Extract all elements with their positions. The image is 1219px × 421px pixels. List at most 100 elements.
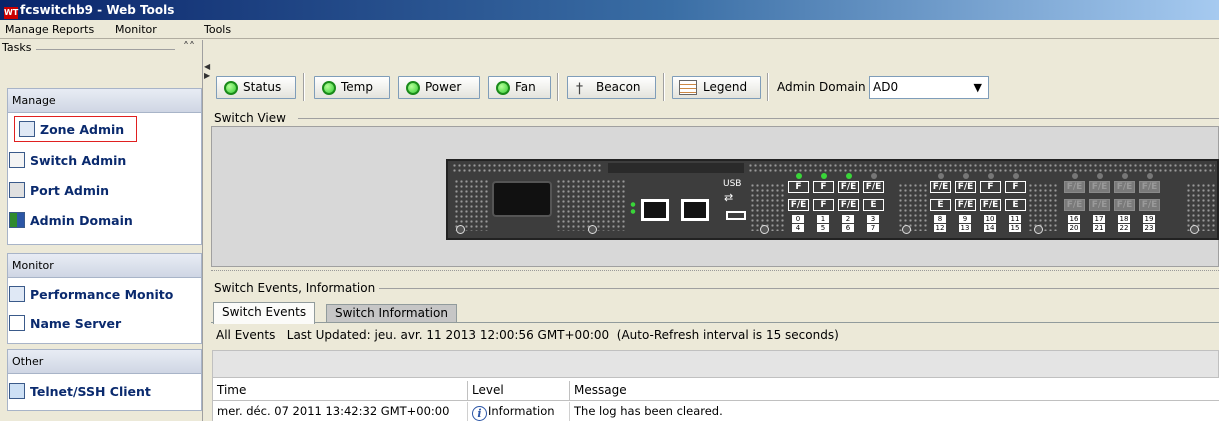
legend-icon bbox=[679, 80, 697, 95]
menu-bar: Manage Reports Monitor Tools bbox=[0, 20, 1219, 39]
collapse-up-icon[interactable]: ˄˄ bbox=[183, 40, 195, 54]
switch-port-bottom[interactable]: F/E bbox=[955, 199, 976, 211]
splitter-arrows-icon[interactable]: ◀ ▶ bbox=[204, 62, 210, 80]
port-status-led-icon bbox=[846, 173, 852, 179]
status-button[interactable]: Status bbox=[216, 76, 296, 99]
column-header-time[interactable]: Time bbox=[213, 381, 468, 401]
task-name-server[interactable]: Name Server bbox=[9, 311, 189, 337]
task-telnet-ssh-client[interactable]: Telnet/SSH Client bbox=[9, 379, 189, 405]
web-tools-icon: WT bbox=[4, 7, 19, 19]
menu-tools[interactable]: Tools bbox=[204, 23, 231, 36]
tasks-header: Tasks ˄˄ bbox=[2, 40, 199, 57]
port-number-label: 12 bbox=[934, 224, 946, 232]
window-title: fcswitchb9 - Web Tools bbox=[20, 3, 175, 17]
usb-label: USB bbox=[723, 179, 742, 189]
tab-switch-events[interactable]: Switch Events bbox=[213, 302, 316, 324]
task-performance-monitor[interactable]: Performance Monito bbox=[9, 282, 189, 308]
switch-port-top[interactable]: F/E bbox=[1089, 181, 1110, 193]
switch-port-bottom[interactable]: F/E bbox=[980, 199, 1001, 211]
switch-port-top[interactable]: F/E bbox=[838, 181, 859, 193]
switch-port-bottom[interactable]: F/E bbox=[1139, 199, 1160, 211]
telnet-client-icon bbox=[9, 383, 25, 399]
switch-port-top[interactable]: F/E bbox=[863, 181, 884, 193]
switch-port-bottom[interactable]: F/E bbox=[838, 199, 859, 211]
switch-port-top[interactable]: F bbox=[813, 181, 834, 193]
port-number-label: 1 bbox=[817, 215, 829, 223]
zone-admin-icon bbox=[19, 121, 35, 137]
port-status-led-icon bbox=[988, 173, 994, 179]
name-server-icon bbox=[9, 315, 25, 331]
temp-button[interactable]: Temp bbox=[314, 76, 390, 99]
beacon-icon: † bbox=[576, 81, 583, 97]
port-number-label: 8 bbox=[934, 215, 946, 223]
switch-port-bottom[interactable]: F/E bbox=[1064, 199, 1085, 211]
switch-port-top[interactable]: F/E bbox=[930, 181, 951, 193]
port-number-label: 11 bbox=[1009, 215, 1021, 223]
switch-port-bottom[interactable]: F bbox=[813, 199, 834, 211]
usb-icon: ⇄ bbox=[724, 191, 734, 204]
switch-port-top[interactable]: F/E bbox=[1139, 181, 1160, 193]
port-status-led-icon bbox=[821, 173, 827, 179]
legend-button[interactable]: Legend bbox=[672, 76, 761, 99]
events-table: Time Level Message mer. déc. 07 2011 13:… bbox=[212, 378, 1219, 421]
port-status-led-icon bbox=[796, 173, 802, 179]
switch-port-bottom[interactable]: E bbox=[1005, 199, 1026, 211]
port-number-label: 6 bbox=[842, 224, 854, 232]
port-status-led-icon bbox=[963, 173, 969, 179]
fan-led-icon bbox=[496, 81, 510, 95]
beacon-button[interactable]: † Beacon bbox=[567, 76, 656, 99]
port-number-label: 21 bbox=[1093, 224, 1105, 232]
switch-port-top[interactable]: F bbox=[980, 181, 1001, 193]
port-number-label: 17 bbox=[1093, 215, 1105, 223]
port-status-led-icon bbox=[871, 173, 877, 179]
performance-monitor-icon bbox=[9, 286, 25, 302]
status-led-icon bbox=[224, 81, 238, 95]
window-title-bar: WT fcswitchb9 - Web Tools bbox=[0, 0, 1219, 20]
port-number-label: 19 bbox=[1143, 215, 1155, 223]
power-button[interactable]: Power bbox=[398, 76, 480, 99]
information-icon: i bbox=[472, 406, 487, 421]
port-status-led-icon bbox=[1122, 173, 1128, 179]
task-zone-admin[interactable]: Zone Admin bbox=[14, 116, 137, 142]
events-status-line: All Events Last Updated: jeu. avr. 11 20… bbox=[211, 322, 1219, 353]
task-admin-domain[interactable]: Admin Domain bbox=[9, 208, 189, 234]
port-number-label: 4 bbox=[792, 224, 804, 232]
task-port-admin[interactable]: Port Admin bbox=[9, 178, 189, 204]
switch-port-bottom[interactable]: F/E bbox=[1089, 199, 1110, 211]
port-number-label: 2 bbox=[842, 215, 854, 223]
switch-port-top[interactable]: F bbox=[1005, 181, 1026, 193]
tab-switch-information[interactable]: Switch Information bbox=[326, 304, 457, 322]
fan-button[interactable]: Fan bbox=[488, 76, 551, 99]
switch-port-bottom[interactable]: E bbox=[930, 199, 951, 211]
menu-manage[interactable]: Manage bbox=[5, 23, 49, 36]
port-number-label: 13 bbox=[959, 224, 971, 232]
switch-port-bottom[interactable]: F/E bbox=[1114, 199, 1135, 211]
switch-port-bottom[interactable]: F/E bbox=[788, 199, 809, 211]
admin-domain-select[interactable]: AD0 ▼ bbox=[869, 76, 989, 99]
events-section-label: Switch Events, Information bbox=[214, 281, 380, 295]
port-status-led-icon bbox=[1013, 173, 1019, 179]
menu-reports[interactable]: Reports bbox=[52, 23, 94, 36]
port-number-label: 14 bbox=[984, 224, 996, 232]
switch-port-top[interactable]: F/E bbox=[1064, 181, 1085, 193]
other-group-header: Other bbox=[8, 350, 201, 374]
port-number-label: 22 bbox=[1118, 224, 1130, 232]
switch-port-top[interactable]: F/E bbox=[1114, 181, 1135, 193]
port-number-label: 20 bbox=[1068, 224, 1080, 232]
column-header-message[interactable]: Message bbox=[570, 381, 1219, 401]
task-switch-admin[interactable]: Switch Admin bbox=[9, 148, 189, 174]
menu-monitor[interactable]: Monitor bbox=[115, 23, 157, 36]
power-led-icon bbox=[406, 81, 420, 95]
admin-domain-icon bbox=[9, 212, 25, 228]
port-status-led-icon bbox=[1097, 173, 1103, 179]
mgmt-ethernet-port bbox=[641, 199, 669, 221]
switch-port-top[interactable]: F/E bbox=[955, 181, 976, 193]
usb-port bbox=[726, 211, 746, 220]
event-level-cell: i Information bbox=[468, 402, 570, 421]
port-number-label: 9 bbox=[959, 215, 971, 223]
port-number-label: 23 bbox=[1143, 224, 1155, 232]
switch-port-top[interactable]: F bbox=[788, 181, 809, 193]
serial-port bbox=[681, 199, 709, 221]
switch-port-bottom[interactable]: E bbox=[863, 199, 884, 211]
column-header-level[interactable]: Level bbox=[468, 381, 570, 401]
